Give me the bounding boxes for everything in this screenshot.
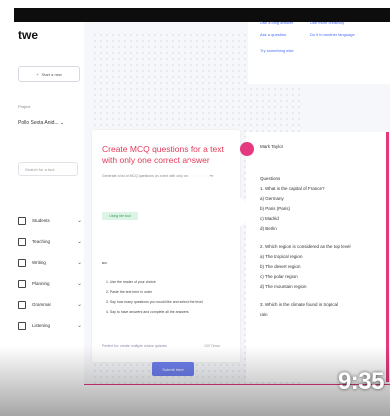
suggestion-chips: Use a long answer Use more creativity As…: [248, 20, 390, 84]
response-line: a) The tropical region: [260, 254, 303, 259]
avatar: [240, 142, 254, 156]
response-line: d) The mountain region: [260, 284, 307, 289]
response-line: d) Berlin: [260, 226, 277, 231]
response-line: Questions: [260, 176, 281, 181]
search-input[interactable]: Search for a tool: [18, 162, 78, 176]
plus-icon: +: [36, 71, 39, 77]
sidebar-item-label: Writing: [32, 260, 46, 265]
chip-long-answer[interactable]: Use a long answer: [260, 20, 293, 25]
search-placeholder: Search for a tool: [25, 166, 55, 172]
project-select[interactable]: Pollo Sexta Anid... ⌄: [18, 120, 80, 126]
sidebar-item-planning[interactable]: Planning ⌄: [18, 273, 82, 294]
sidebar-nav: Students ⌄ Teaching ⌄ Writing ⌄ Planning…: [18, 210, 82, 336]
response-line: b) Paris (Paris): [260, 206, 291, 211]
quote-mark: ““: [102, 262, 107, 269]
sidebar-item-teaching[interactable]: Teaching ⌄: [18, 231, 82, 252]
chip-ask-question[interactable]: Ask a question: [260, 32, 286, 37]
pencil-icon: [18, 258, 26, 267]
start-new-label: Start a new: [41, 71, 62, 77]
video-thumbnail[interactable]: twe + Start a new Project Pollo Sexta An…: [0, 0, 390, 416]
sidebar-item-grammar[interactable]: Grammar ⌄: [18, 294, 82, 315]
status-badge: Using the tool: [102, 212, 138, 220]
response-author: Mark Taylor: [260, 144, 284, 149]
sidebar-item-listening[interactable]: Listening ⌄: [18, 315, 82, 336]
chevron-down-icon: ⌄: [76, 239, 82, 245]
list-item: 2. Paste the text here in order: [106, 290, 153, 294]
response-line: b) The desert region: [260, 264, 301, 269]
list-item: 4. Say to have answers and complete all …: [106, 310, 189, 314]
list-item: 1. Use the reader of your choice: [106, 280, 156, 284]
chevron-down-icon: ⌄: [76, 218, 82, 224]
chip-try-else[interactable]: Try something else: [260, 48, 294, 53]
start-new-button[interactable]: + Start a new: [18, 66, 80, 82]
response-line: 3. Which is the climate found in tropica…: [260, 302, 339, 307]
grammar-icon: [18, 300, 26, 309]
thumbnail-shadow: [0, 346, 390, 416]
book-icon: [18, 237, 26, 246]
response-panel: Mark Taylor Questions 1. What is the cap…: [240, 132, 389, 382]
response-line: c) The polar region: [260, 274, 298, 279]
play-icon[interactable]: [188, 160, 260, 264]
sidebar-item-label: Listening: [32, 323, 51, 328]
sidebar-item-writing[interactable]: Writing ⌄: [18, 252, 82, 273]
app-logo: twe: [18, 28, 39, 42]
list-item: 3. Say how many questions you would like…: [106, 300, 203, 304]
project-label: Project: [18, 104, 31, 109]
students-icon: [18, 216, 26, 225]
chip-more-creativity[interactable]: Use more creativity: [310, 20, 344, 25]
chip-another-language[interactable]: Do it in another language: [310, 32, 355, 37]
headphones-icon: [18, 321, 26, 330]
chevron-down-icon: ⌄: [76, 323, 82, 329]
chevron-down-icon: ⌄: [76, 281, 82, 287]
instruction-list: 1. Use the reader of your choice 2. Past…: [106, 280, 226, 320]
response-text: Questions 1. What is the capital of Fran…: [260, 176, 376, 322]
chevron-down-icon: ⌄: [76, 260, 82, 266]
calendar-icon: [18, 279, 26, 288]
sidebar-item-label: Planning: [32, 281, 50, 286]
chevron-down-icon: ⌄: [76, 302, 82, 308]
project-value: Pollo Sexta Anid...: [18, 120, 59, 126]
video-duration: 9:35: [337, 368, 385, 395]
sidebar-item-label: Students: [32, 218, 50, 223]
response-line: c) Madrid: [260, 216, 279, 221]
response-line: 2. Which region is considered as the top…: [260, 244, 351, 249]
response-line: a) Germany: [260, 196, 284, 201]
chevron-down-icon: ⌄: [59, 120, 65, 126]
response-line: 1. What is the capital of France?: [260, 186, 325, 191]
response-line: rain: [260, 312, 268, 317]
sidebar-item-label: Teaching: [32, 239, 51, 244]
sidebar-item-students[interactable]: Students ⌄: [18, 210, 82, 231]
sidebar-item-label: Grammar: [32, 302, 51, 307]
